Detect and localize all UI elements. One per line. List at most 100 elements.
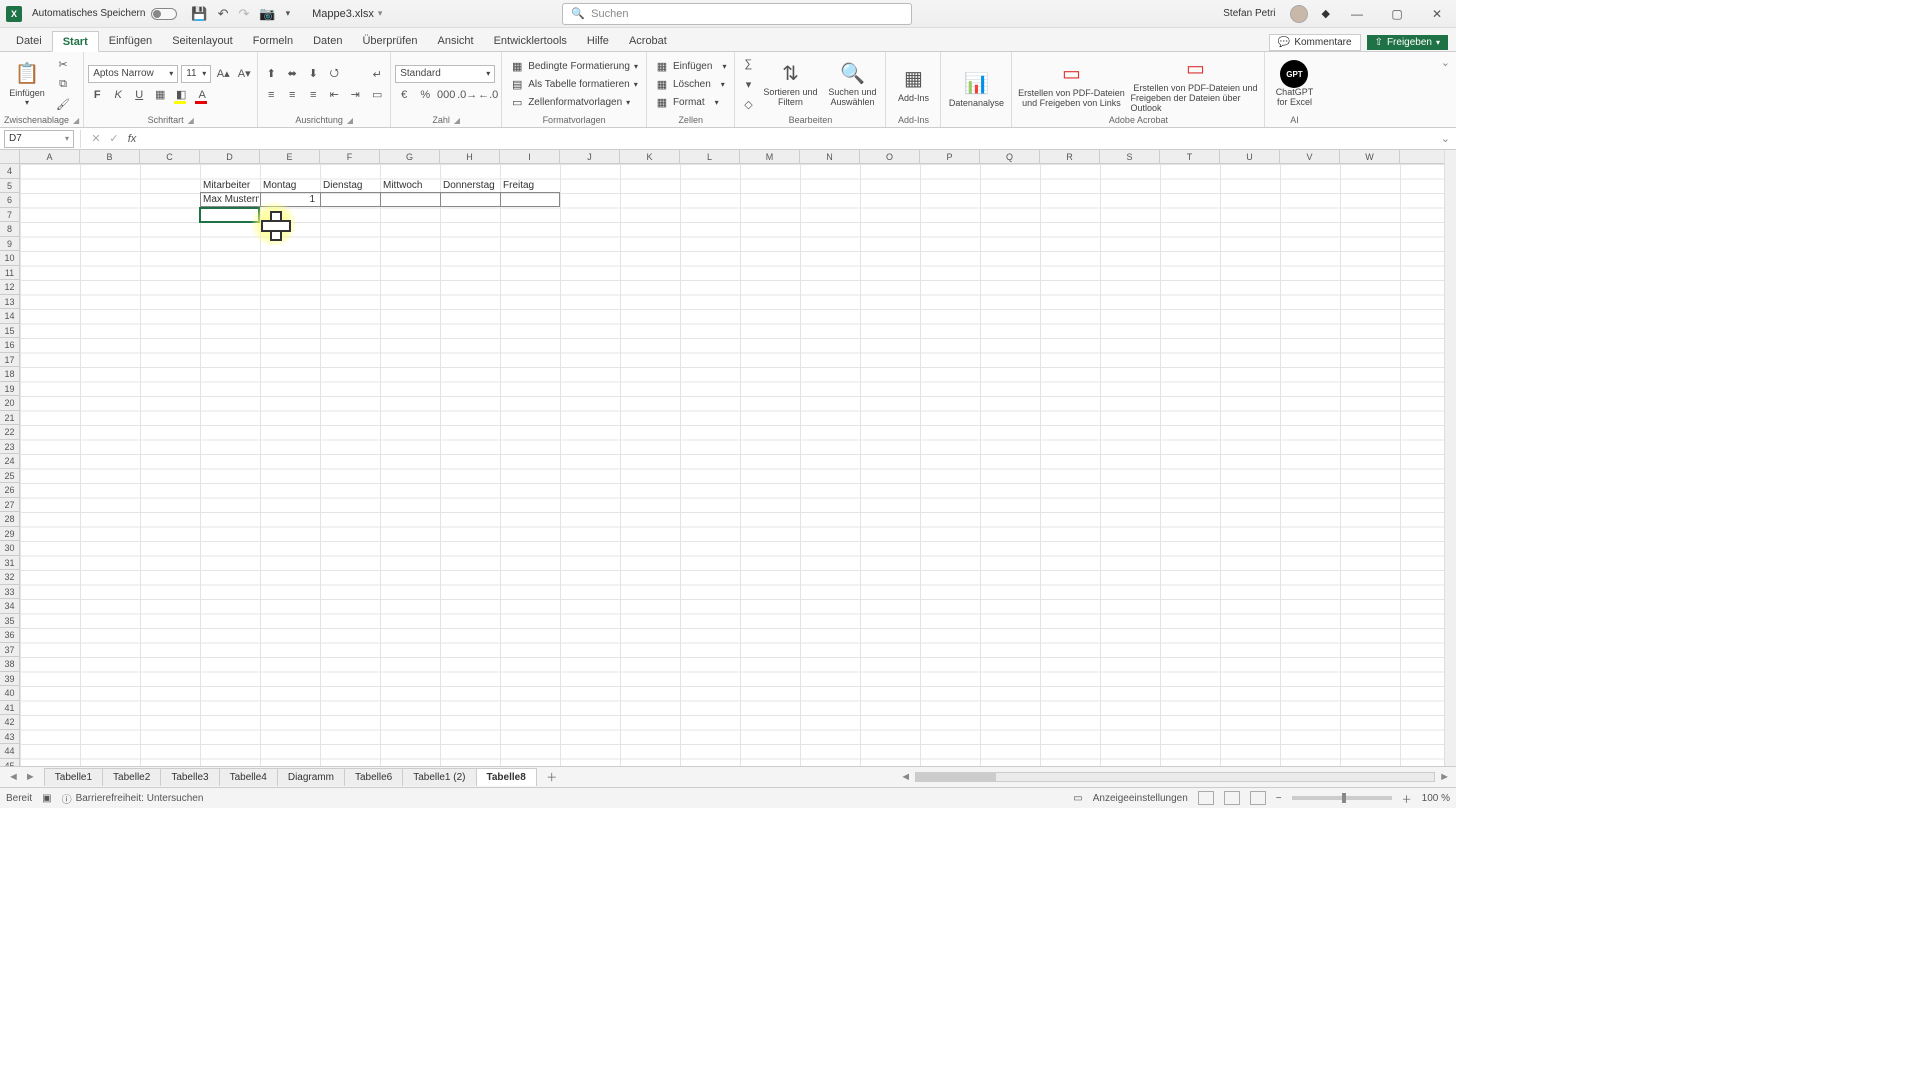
confirm-icon[interactable]: ✓ [105,130,123,148]
display-settings-label[interactable]: Anzeigeeinstellungen [1093,793,1188,804]
accessibility-icon[interactable]: ⓘ [62,791,72,806]
macro-icon[interactable]: ▣ [42,793,51,804]
row-header-25[interactable]: 25 [0,469,19,484]
row-header-35[interactable]: 35 [0,614,19,629]
avatar[interactable] [1290,5,1308,23]
sheet-tab-diagramm[interactable]: Diagramm [277,768,345,786]
row-header-11[interactable]: 11 [0,266,19,281]
row-header-38[interactable]: 38 [0,657,19,672]
row-header-23[interactable]: 23 [0,440,19,455]
col-header-C[interactable]: C [140,150,200,163]
dialog-launcher-icon[interactable]: ◢ [347,116,353,125]
col-header-S[interactable]: S [1100,150,1160,163]
tab-daten[interactable]: Daten [303,31,352,51]
row-header-8[interactable]: 8 [0,222,19,237]
zoom-in-icon[interactable]: ＋ [1402,791,1412,806]
cell-E5[interactable]: Montag [261,179,319,193]
row-header-12[interactable]: 12 [0,280,19,295]
maximize-button[interactable]: ▢ [1384,7,1410,21]
format-painter-icon[interactable]: 🖌 [54,95,72,113]
dialog-launcher-icon[interactable]: ◢ [73,116,79,125]
tab-entwicklertools[interactable]: Entwicklertools [484,31,577,51]
diamond-icon[interactable]: ◆ [1322,7,1330,20]
document-name[interactable]: Mappe3.xlsx ▾ [312,8,382,20]
merge-icon[interactable]: ▭ [368,85,386,103]
col-header-R[interactable]: R [1040,150,1100,163]
create-pdf-outlook-button[interactable]: ▭Erstellen von PDF-Dateien undFreigeben … [1130,56,1260,112]
find-select-button[interactable]: 🔍Suchen und Auswählen [823,56,881,112]
col-header-N[interactable]: N [800,150,860,163]
select-all-corner[interactable] [0,150,20,164]
share-button[interactable]: ⇧Freigeben▾ [1367,35,1448,50]
row-headers[interactable]: 4567891011121314151617181920212223242526… [0,164,20,766]
currency-icon[interactable]: € [395,86,413,104]
col-header-O[interactable]: O [860,150,920,163]
col-header-J[interactable]: J [560,150,620,163]
sheet-next-icon[interactable]: ► [25,771,36,783]
row-header-16[interactable]: 16 [0,338,19,353]
align-left-icon[interactable]: ≡ [262,86,280,104]
row-header-5[interactable]: 5 [0,179,19,194]
zoom-level[interactable]: 100 % [1422,793,1450,804]
font-name-combo[interactable]: Aptos Narrow▾ [88,65,178,83]
autosum-icon[interactable]: ∑ [739,55,757,73]
name-box[interactable]: D7▾ [4,130,74,148]
number-format-combo[interactable]: Standard▾ [395,65,495,83]
sheet-tab-tabelle4[interactable]: Tabelle4 [219,768,278,786]
inc-decimal-icon[interactable]: .0→ [458,86,476,104]
row-header-26[interactable]: 26 [0,483,19,498]
col-header-D[interactable]: D [200,150,260,163]
align-top-icon[interactable]: ⬆ [262,65,280,83]
chevron-down-icon[interactable]: ▾ [378,8,383,19]
col-header-E[interactable]: E [260,150,320,163]
indent-left-icon[interactable]: ⇤ [325,86,343,104]
row-header-19[interactable]: 19 [0,382,19,397]
col-header-P[interactable]: P [920,150,980,163]
sheet-tab-tabelle3[interactable]: Tabelle3 [160,768,219,786]
row-header-43[interactable]: 43 [0,730,19,745]
cut-icon[interactable]: ✂ [54,55,72,73]
column-headers[interactable]: ABCDEFGHIJKLMNOPQRSTUVW [20,150,1444,164]
sheet-tab-tabelle12[interactable]: Tabelle1 (2) [402,768,476,786]
col-header-G[interactable]: G [380,150,440,163]
spreadsheet-grid[interactable]: ABCDEFGHIJKLMNOPQRSTUVW 4567891011121314… [0,150,1456,766]
display-settings-icon[interactable]: ▭ [1073,793,1082,804]
row-header-4[interactable]: 4 [0,164,19,179]
font-color-icon[interactable]: A [193,86,211,104]
row-header-27[interactable]: 27 [0,498,19,513]
col-header-K[interactable]: K [620,150,680,163]
row-header-10[interactable]: 10 [0,251,19,266]
row-header-39[interactable]: 39 [0,672,19,687]
toggle-icon[interactable] [151,8,177,20]
redo-icon[interactable]: ↷ [239,6,250,22]
col-header-B[interactable]: B [80,150,140,163]
dialog-launcher-icon[interactable]: ◢ [454,116,460,125]
row-header-21[interactable]: 21 [0,411,19,426]
dialog-launcher-icon[interactable]: ◢ [188,116,194,125]
tab-hilfe[interactable]: Hilfe [577,31,619,51]
row-header-29[interactable]: 29 [0,527,19,542]
row-header-7[interactable]: 7 [0,208,19,223]
data-analysis-button[interactable]: 📊Datenanalyse [945,61,1007,117]
insert-cells-button[interactable]: ▦Einfügen▾ [651,58,731,74]
row-header-17[interactable]: 17 [0,353,19,368]
tab-start[interactable]: Start [52,31,99,52]
underline-button[interactable]: U [130,86,148,104]
formula-input[interactable] [141,130,1435,148]
dec-decimal-icon[interactable]: ←.0 [479,86,497,104]
col-header-V[interactable]: V [1280,150,1340,163]
accessibility-status[interactable]: Barrierefreiheit: Untersuchen [76,793,204,804]
row-header-34[interactable]: 34 [0,599,19,614]
tab-ansicht[interactable]: Ansicht [427,31,483,51]
row-header-20[interactable]: 20 [0,396,19,411]
row-header-44[interactable]: 44 [0,744,19,759]
border-icon[interactable]: ▦ [151,86,169,104]
fill-icon[interactable]: ▾ [739,75,757,93]
addins-button[interactable]: ▦Add-Ins [890,56,936,112]
col-header-Q[interactable]: Q [980,150,1040,163]
bold-button[interactable]: F [88,86,106,104]
delete-cells-button[interactable]: ▦Löschen▾ [651,76,731,92]
row-header-28[interactable]: 28 [0,512,19,527]
tab-formeln[interactable]: Formeln [243,31,303,51]
row-header-32[interactable]: 32 [0,570,19,585]
